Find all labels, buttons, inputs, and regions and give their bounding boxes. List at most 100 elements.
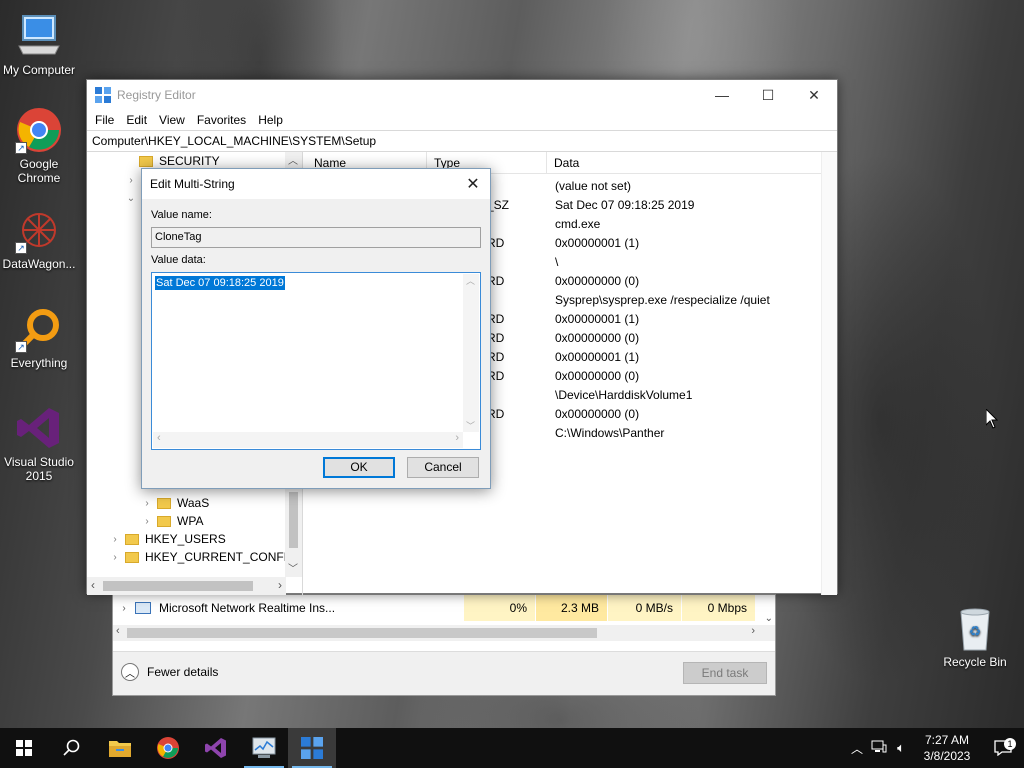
shortcut-arrow-icon: ↗ [15,142,27,154]
title-bar[interactable]: Registry Editor — ☐ ✕ [87,80,837,110]
folder-icon [125,533,139,545]
task-manager-footer: ︿ Fewer details End task [113,651,775,695]
window-title: Registry Editor [117,88,196,102]
scroll-up-icon[interactable]: ︿ [288,152,298,167]
datawagon-icon: ↗ [15,206,63,254]
edit-multi-string-dialog: Edit Multi-String ✕ Value name: CloneTag… [141,168,491,489]
menu-edit[interactable]: Edit [120,113,153,127]
scroll-left-icon[interactable]: ‹ [157,432,161,444]
scroll-down-icon[interactable]: ⌄ [765,613,773,624]
regedit-taskbar-icon[interactable] [288,728,336,768]
dialog-title-bar[interactable]: Edit Multi-String ✕ [142,169,490,199]
value-data-cell: Sysprep\sysprep.exe /respecialize /quiet [555,293,770,307]
chevron-right-icon[interactable]: › [113,603,135,614]
tree-item-hkey-current-config[interactable]: › HKEY_CURRENT_CONFIG [109,548,296,566]
regedit-icon [95,87,111,103]
desktop-icon-everything[interactable]: ↗ Everything [1,305,77,370]
recycle-bin-icon: ♻ [951,604,999,652]
close-icon[interactable]: ✕ [791,80,837,110]
tree-expand[interactable]: › [125,171,137,189]
process-icon [135,602,151,614]
search-icon[interactable] [48,728,96,768]
value-name-field[interactable]: CloneTag [151,227,481,248]
menu-favorites[interactable]: Favorites [191,113,252,127]
task-manager-taskbar-icon[interactable] [240,728,288,768]
clock[interactable]: 7:27 AM 3/8/2023 [912,732,982,764]
scroll-up-icon[interactable]: ︿ [466,274,475,287]
fewer-details-button[interactable]: ︿ Fewer details [121,663,218,681]
memory-cell: 2.3 MB [535,595,607,621]
close-icon[interactable]: ✕ [456,169,490,199]
value-data-cell: Sat Dec 07 09:18:25 2019 [555,198,695,212]
file-explorer-icon[interactable] [96,728,144,768]
values-vertical-scrollbar[interactable] [821,152,837,595]
value-data-cell: 0x00000001 (1) [555,350,640,364]
desktop-icon-recycle-bin[interactable]: ♻ Recycle Bin [937,604,1013,669]
scroll-right-icon[interactable]: › [455,432,459,444]
chrome-taskbar-icon[interactable] [144,728,192,768]
ok-button[interactable]: OK [323,457,395,478]
everything-search-icon: ↗ [15,305,63,353]
svg-text:♻: ♻ [969,623,982,639]
tree-collapse[interactable]: ⌄ [125,189,137,207]
chrome-icon: ↗ [15,106,63,154]
scrollbar-thumb[interactable] [103,581,253,591]
menu-view[interactable]: View [153,113,191,127]
volume-icon[interactable]: 🔈︎ [890,740,912,756]
folder-icon [157,515,171,527]
textarea-vertical-scrollbar[interactable]: ︿ ﹀ [463,274,479,432]
value-data-cell: 0x00000000 (0) [555,407,640,421]
scroll-left-icon[interactable]: ‹ [91,578,95,592]
chevron-right-icon[interactable]: › [125,175,137,186]
maximize-icon[interactable]: ☐ [745,80,791,110]
start-button[interactable] [0,728,48,768]
network-icon[interactable] [868,740,890,757]
process-name: Microsoft Network Realtime Ins... [159,601,336,615]
windows-icon [16,740,32,756]
textarea-horizontal-scrollbar[interactable]: ‹ › [153,432,463,448]
menu-file[interactable]: File [89,113,120,127]
time-text: 7:27 AM [924,733,970,747]
chevron-right-icon[interactable]: › [109,552,121,563]
desktop-icon-google-chrome[interactable]: ↗ Google Chrome [1,106,77,185]
desktop-icon-datawagon[interactable]: ↗ DataWagon... [1,206,77,271]
scroll-right-icon[interactable]: › [751,625,755,637]
address-bar[interactable]: Computer\HKEY_LOCAL_MACHINE\SYSTEM\Setup [87,130,837,152]
tree-item-wpa[interactable]: › WPA [141,512,203,530]
cancel-button[interactable]: Cancel [407,457,479,478]
table-row[interactable]: › Microsoft Network Realtime Ins... 0% 2… [113,595,763,621]
scrollbar-thumb[interactable] [127,628,597,638]
end-task-button[interactable]: End task [683,662,767,684]
chevron-right-icon[interactable]: › [141,498,153,509]
chevron-up-icon[interactable]: ︿ [846,740,868,757]
shortcut-arrow-icon: ↗ [15,242,27,254]
scroll-down-icon[interactable]: ﹀ [288,560,298,575]
tree-item-waas[interactable]: › WaaS [141,494,209,512]
value-data-cell: 0x00000000 (0) [555,369,640,383]
scroll-down-icon[interactable]: ﹀ [466,419,475,432]
folder-icon [125,551,139,563]
tree-horizontal-scrollbar[interactable]: ‹ › [87,577,286,595]
network-cell: 0 Mbps [681,595,755,621]
chevron-down-icon[interactable]: ⌄ [125,193,137,204]
scroll-right-icon[interactable]: › [278,578,282,592]
horizontal-scrollbar[interactable]: ‹ › [113,625,775,641]
shortcut-arrow-icon: ↗ [15,341,27,353]
chevron-right-icon[interactable]: › [141,516,153,527]
visual-studio-taskbar-icon[interactable] [192,728,240,768]
desktop-icon-my-computer[interactable]: My Computer [1,12,77,77]
scrollbar-thumb[interactable] [289,492,298,548]
minimize-icon[interactable]: — [699,80,745,110]
value-data-textarea[interactable]: Sat Dec 07 09:18:25 2019 ︿ ﹀ ‹ › [151,272,481,450]
chevron-right-icon[interactable]: › [109,534,121,545]
value-data-cell: C:\Windows\Panther [555,426,665,440]
column-data[interactable]: Data [547,152,817,173]
scroll-left-icon[interactable]: ‹ [116,625,120,637]
notifications-button[interactable]: 1 [982,738,1024,756]
cpu-cell: 0% [463,595,535,621]
tree-item-hkey-users[interactable]: › HKEY_USERS [109,530,225,548]
desktop-icon-visual-studio[interactable]: Visual Studio 2015 [1,404,77,483]
value-data-cell: 0x00000000 (0) [555,331,640,345]
menu-help[interactable]: Help [252,113,289,127]
value-data-text[interactable]: Sat Dec 07 09:18:25 2019 [155,276,285,290]
